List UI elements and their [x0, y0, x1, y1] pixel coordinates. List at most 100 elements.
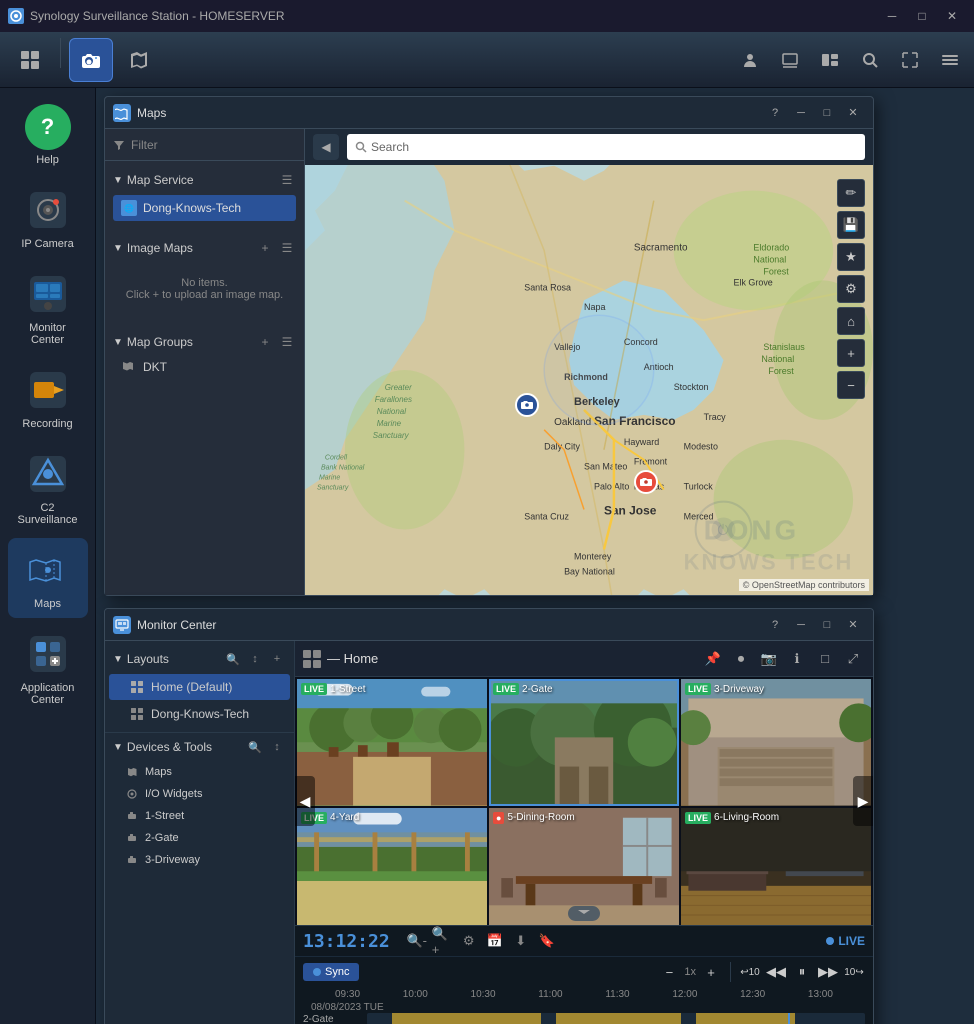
maps-window-icon — [113, 104, 131, 122]
pb-play-btn[interactable]: ⏸ — [791, 961, 813, 983]
device-street[interactable]: 1-Street — [105, 805, 294, 827]
device-maps[interactable]: Maps — [105, 761, 294, 783]
maps-minimize-btn[interactable]: ─ — [789, 103, 813, 123]
sidebar-item-maps[interactable]: Maps — [8, 538, 88, 618]
maps-service-menu-btn[interactable]: ☰ — [278, 171, 296, 189]
maps-restore-btn[interactable]: □ — [815, 103, 839, 123]
maps-image-header[interactable]: ▼ Image Maps + ☰ — [105, 235, 304, 261]
layouts-add-btn[interactable]: + — [268, 650, 286, 668]
dong-service-label: Dong-Knows-Tech — [143, 201, 241, 215]
map-home-btn[interactable]: ⌂ — [837, 307, 865, 335]
controls-divider — [730, 962, 731, 982]
minimize-button[interactable]: ─ — [878, 5, 906, 27]
layout-dkt[interactable]: Dong-Knows-Tech — [109, 701, 290, 727]
map-star-btn[interactable]: ★ — [837, 243, 865, 271]
sync-button[interactable]: Sync — [303, 963, 359, 981]
pb-plus-btn[interactable]: + — [700, 961, 722, 983]
cam-name-6: 6-Living-Room — [714, 812, 779, 823]
toolbar-app-grid[interactable] — [8, 38, 52, 82]
maps-close-btn[interactable]: ✕ — [841, 103, 865, 123]
monitor-info-btn[interactable]: ℹ — [785, 647, 809, 671]
tl-zoom-out-btn[interactable]: 🔍- — [406, 930, 428, 952]
devices-search-btn[interactable]: 🔍 — [246, 738, 264, 756]
map-settings-btn[interactable]: ⚙ — [837, 275, 865, 303]
devices-sort-btn[interactable]: ↕ — [268, 738, 286, 756]
svg-text:Greater: Greater — [385, 383, 412, 392]
maps-groups-menu-btn[interactable]: ☰ — [278, 333, 296, 351]
close-button[interactable]: ✕ — [938, 5, 966, 27]
maps-image-add-btn[interactable]: + — [256, 239, 274, 257]
search-icon-btn[interactable] — [854, 44, 886, 76]
monitor-audio-btn[interactable]: □ — [813, 647, 837, 671]
camera-cell-1[interactable]: LIVE 1-Street — [297, 679, 487, 806]
toolbar-app-camera[interactable] — [69, 38, 113, 82]
menu-icon-btn[interactable] — [934, 44, 966, 76]
maps-window-controls: ? ─ □ ✕ — [763, 103, 865, 123]
layouts-header[interactable]: ▼ Layouts 🔍 ↕ + — [105, 645, 294, 673]
map-camera-sf[interactable] — [515, 393, 539, 417]
pb-skip-fwd-btn[interactable]: 10↪ — [843, 961, 865, 983]
sidebar-item-ipcamera[interactable]: IP Camera — [8, 178, 88, 258]
maps-group-dkt[interactable]: DKT — [105, 355, 304, 379]
map-edit-btn[interactable]: ✏ — [837, 179, 865, 207]
toolbar-app-maps[interactable] — [117, 38, 161, 82]
pb-skip-back-btn[interactable]: ↩10 — [739, 961, 761, 983]
tl-filter-btn[interactable]: ⚙ — [458, 930, 480, 952]
layout-home-default[interactable]: Home (Default) — [109, 674, 290, 700]
camera-cell-3[interactable]: LIVE 3-Driveway — [681, 679, 871, 806]
profile-icon-btn[interactable] — [734, 44, 766, 76]
maps-service-item-dong[interactable]: 🌐 Dong-Knows-Tech — [113, 195, 296, 221]
sidebar-item-help[interactable]: ? Help — [8, 96, 88, 174]
layout-icon-btn[interactable] — [814, 44, 846, 76]
map-zoom-in-btn[interactable]: + — [837, 339, 865, 367]
maximize-button[interactable]: □ — [908, 5, 936, 27]
account-icon-btn[interactable] — [774, 44, 806, 76]
pb-rewind-btn[interactable]: ◀◀ — [765, 961, 787, 983]
devices-header[interactable]: ▼ Devices & Tools 🔍 ↕ — [105, 733, 294, 761]
sidebar-item-c2[interactable]: C2 Surveillance — [8, 442, 88, 534]
device-gate[interactable]: 2-Gate — [105, 827, 294, 849]
monitor-help-btn[interactable]: ? — [763, 615, 787, 635]
grid-nav-left[interactable]: ◀ — [295, 776, 315, 826]
tl-download-btn[interactable]: ⬇ — [510, 930, 532, 952]
cam-label-5: ● 5-Dining-Room — [493, 812, 575, 824]
monitor-rec-btn[interactable]: ⏺ — [729, 647, 753, 671]
layouts-sort-btn[interactable]: ↕ — [246, 650, 264, 668]
timeline-track-gate[interactable] — [367, 1013, 865, 1024]
monitor-expand-btn[interactable]: ⤢ — [841, 647, 865, 671]
map-back-btn[interactable]: ◀ — [313, 134, 339, 160]
map-save-btn[interactable]: 💾 — [837, 211, 865, 239]
cam-scroll-down[interactable] — [568, 906, 600, 921]
grid-nav-right[interactable]: ▶ — [853, 776, 873, 826]
monitor-pin-btn[interactable]: 📌 — [701, 647, 725, 671]
map-zoom-out-btn[interactable]: − — [837, 371, 865, 399]
sidebar-item-appcenter[interactable]: Application Center — [8, 622, 88, 714]
monitor-minimize-btn[interactable]: ─ — [789, 615, 813, 635]
maps-groups-add-btn[interactable]: + — [256, 333, 274, 351]
sidebar-item-recording[interactable]: Recording — [8, 358, 88, 438]
tl-zoom-in-btn[interactable]: 🔍+ — [432, 930, 454, 952]
camera-cell-6[interactable]: LIVE 6-Living-Room — [681, 808, 871, 926]
camera-cell-2[interactable]: LIVE 2-Gate — [489, 679, 679, 806]
tl-calendar-btn[interactable]: 📅 — [484, 930, 506, 952]
pb-forward-btn[interactable]: ▶▶ — [817, 961, 839, 983]
device-io[interactable]: I/O Widgets — [105, 783, 294, 805]
maps-groups-header[interactable]: ▼ Map Groups + ☰ — [105, 329, 304, 355]
maps-service-header[interactable]: ▼ Map Service ☰ — [105, 167, 304, 193]
map-svg-container[interactable]: Sacramento Elk Grove Santa Rosa Napa Con… — [305, 165, 873, 595]
fullscreen-icon-btn[interactable] — [894, 44, 926, 76]
monitor-snap-btn[interactable]: 📷 — [757, 647, 781, 671]
sidebar-item-monitor[interactable]: Monitor Center — [8, 262, 88, 354]
monitor-restore-btn[interactable]: □ — [815, 615, 839, 635]
pb-minus-btn[interactable]: − — [658, 961, 680, 983]
monitor-close-btn[interactable]: ✕ — [841, 615, 865, 635]
map-search-box[interactable]: Search — [347, 134, 865, 160]
layouts-search-btn[interactable]: 🔍 — [224, 650, 242, 668]
camera-cell-4[interactable]: LIVE 4-Yard — [297, 808, 487, 926]
dong-service-icon: 🌐 — [121, 200, 137, 216]
maps-help-btn[interactable]: ? — [763, 103, 787, 123]
tl-bookmark-btn[interactable]: 🔖 — [536, 930, 558, 952]
svg-text:Elk Grove: Elk Grove — [733, 277, 772, 287]
device-driveway[interactable]: 3-Driveway — [105, 849, 294, 871]
maps-image-menu-btn[interactable]: ☰ — [278, 239, 296, 257]
